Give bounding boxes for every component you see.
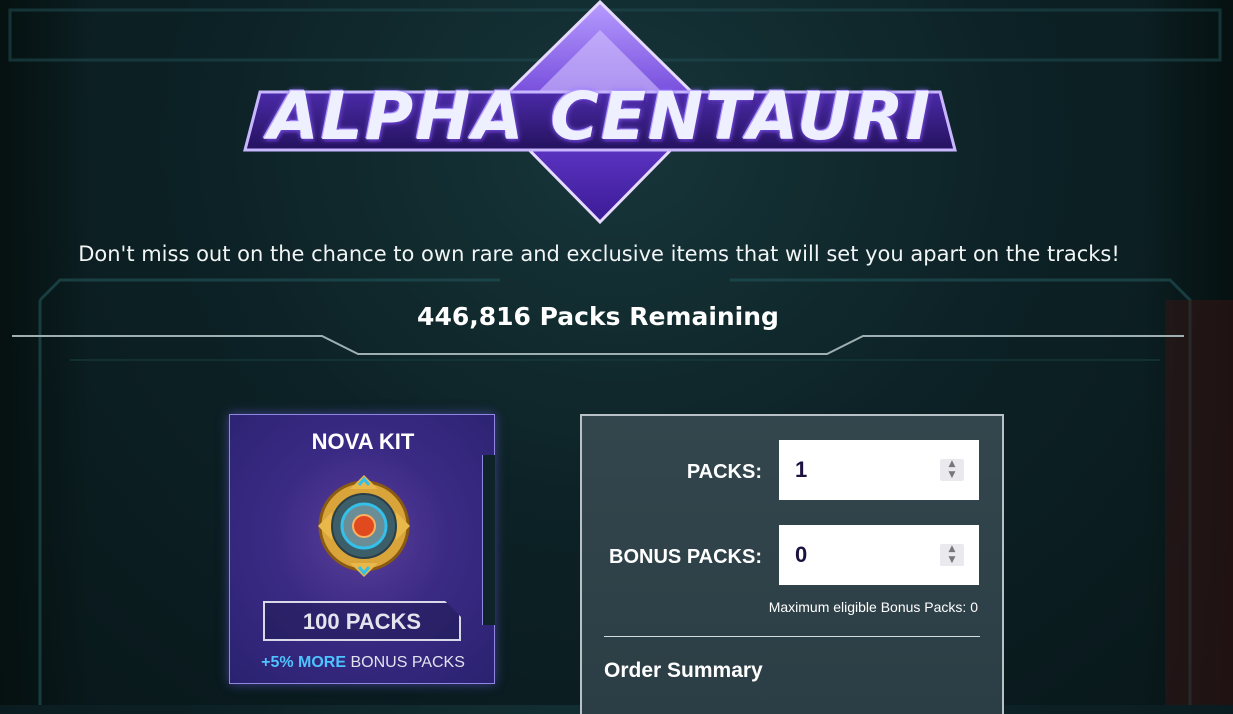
- pack-bonus-text: +5% MORE BONUS PACKS: [230, 654, 496, 672]
- game-logo: ALPHA CENTAURI: [240, 0, 960, 230]
- pack-count-label: 100 PACKS: [302, 609, 422, 634]
- logo-text: ALPHA CENTAURI: [267, 78, 933, 155]
- order-summary-title: Order Summary: [604, 659, 763, 682]
- bonus-packs-label: BONUS PACKS:: [609, 546, 762, 568]
- packs-remaining-count: 446,816: [417, 302, 531, 331]
- order-panel: PACKS: ▲▼ BONUS PACKS: ▲▼ Maximum eligib…: [580, 414, 1004, 714]
- packs-remaining: 446,816 Packs Remaining: [0, 302, 1196, 331]
- packs-label: PACKS:: [686, 461, 762, 483]
- section-divider: [12, 335, 1184, 355]
- pack-title: NOVA KIT: [311, 429, 415, 454]
- pack-card-nova-kit[interactable]: NOVA KIT 100 PACKS +5% MORE BONUS PACKS: [229, 414, 495, 684]
- pack-card-notch: [482, 455, 495, 625]
- panel-divider: [604, 636, 980, 637]
- max-bonus-note: Maximum eligible Bonus Packs: 0: [768, 599, 978, 615]
- bonus-packs-stepper-icon[interactable]: ▲ ▼: [940, 544, 964, 566]
- pack-bonus-highlight: +5% MORE: [261, 654, 347, 671]
- pack-bonus-label: BONUS PACKS: [350, 654, 465, 671]
- nova-kit-emblem-icon: [318, 475, 410, 577]
- packs-stepper-icon[interactable]: ▲ ▼: [940, 459, 964, 481]
- tagline: Don't miss out on the chance to own rare…: [78, 242, 1120, 266]
- packs-remaining-label: Packs Remaining: [539, 302, 779, 331]
